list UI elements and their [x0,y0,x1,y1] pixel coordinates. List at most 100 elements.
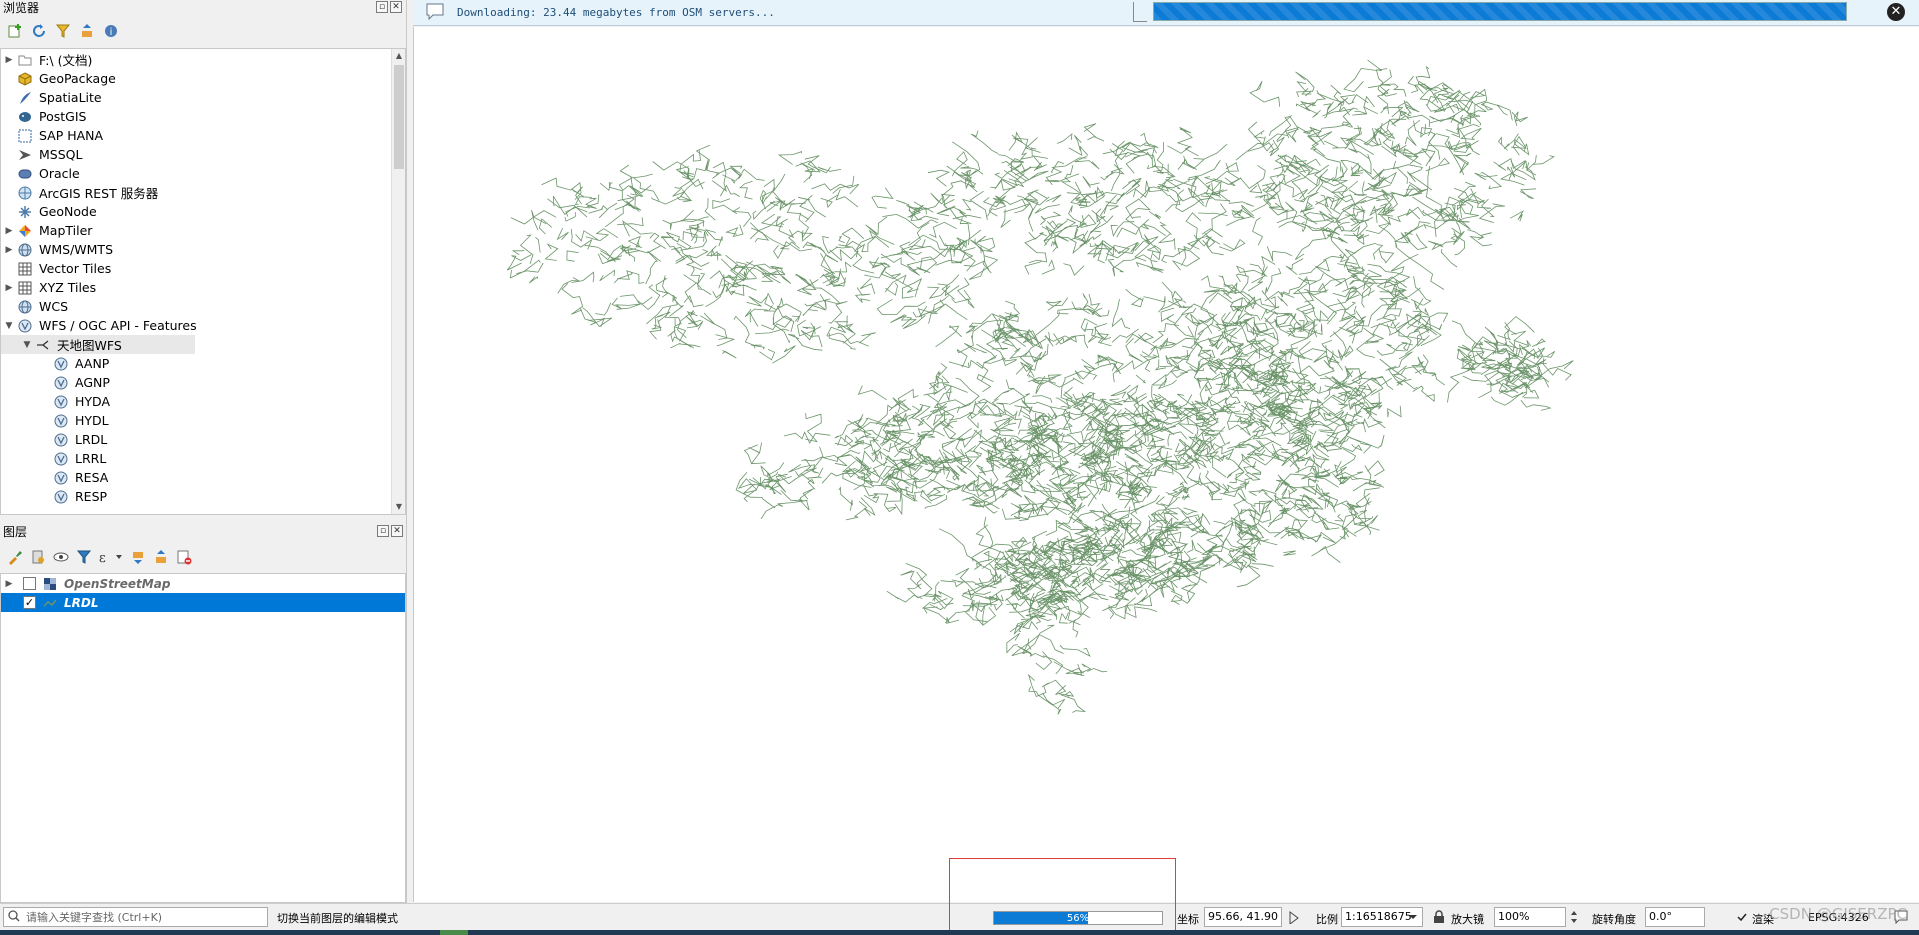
chevron-right-icon[interactable]: ▶ [1,55,17,65]
wfs-icon [53,413,69,429]
scroll-thumb[interactable] [394,65,404,169]
browser-item[interactable]: Oracle [1,164,405,183]
layer-visibility-checkbox[interactable] [23,577,36,590]
browser-item[interactable]: MSSQL [1,145,405,164]
browser-panel-titlebar: 浏览器 ▫ ✕ [0,0,406,16]
chevron-right-icon[interactable]: ▶ [1,283,17,293]
browser-item[interactable]: GeoPackage [1,69,405,88]
browser-panel-title: 浏览器 [3,1,40,15]
browser-item[interactable]: ▶ MapTiler [1,221,405,240]
browser-item[interactable]: SpatiaLite [1,88,405,107]
close-panel-icon[interactable]: ✕ [391,525,403,537]
coordinate-field[interactable]: 95.66, 41.90 [1204,907,1282,927]
eye-icon[interactable] [52,548,70,566]
close-panel-icon[interactable]: ✕ [390,1,402,13]
layers-panel-title: 图层 [3,525,28,539]
browser-item-label: GeoNode [39,204,97,219]
message-bar-separator [1133,2,1147,22]
grid-icon [17,261,33,277]
browser-item-label: PostGIS [39,109,87,124]
chevron-right-icon[interactable]: ▶ [1,245,17,255]
style-icon[interactable] [6,548,24,566]
layers-tree[interactable]: ▶ OpenStreetMap ✓ LRDL [0,573,406,903]
float-icon[interactable]: ▫ [377,525,389,537]
browser-item-label: GeoPackage [39,71,116,86]
search-icon [8,909,20,925]
close-icon[interactable]: ✕ [1887,3,1905,21]
browser-item[interactable]: ▶ XYZ Tiles [1,278,405,297]
coordinate-label: 坐标 [1177,913,1199,926]
help-icon[interactable]: i [102,22,120,40]
browser-item-label: SAP HANA [39,128,104,143]
browser-item-label: ArcGIS REST 服务器 [39,186,159,201]
panel-splitter[interactable] [0,515,407,523]
browser-item[interactable]: ▶ F:\ (文档) [1,50,405,69]
filter-icon[interactable] [54,22,72,40]
browser-item[interactable]: LRRL [1,449,405,468]
qgis-window: 浏览器 ▫ ✕ i ▶ F:\ (文档) GeoPackage SpatiaLi… [0,0,1919,935]
browser-item[interactable]: SAP HANA [1,126,405,145]
browser-item-label: 天地图WFS [57,338,122,353]
geopackage-icon [17,71,33,87]
status-message: 切换当前图层的编辑模式 [277,912,398,925]
chevron-right-icon[interactable]: ▶ [1,226,17,236]
layer-visibility-checkbox[interactable]: ✓ [23,596,36,609]
browser-item[interactable]: ArcGIS REST 服务器 [1,183,405,202]
browser-item[interactable]: Vector Tiles [1,259,405,278]
browser-item[interactable]: PostGIS [1,107,405,126]
expression-filter-icon[interactable]: ε [98,548,124,566]
scale-label: 比例 [1316,913,1338,926]
browser-item[interactable]: GeoNode [1,202,405,221]
oracle-icon [17,166,33,182]
scroll-down-icon[interactable]: ▼ [392,500,405,514]
collapse-icon[interactable] [78,22,96,40]
browser-item-label: WFS / OGC API - Features [39,318,197,333]
toggle-extents-icon[interactable] [1286,909,1302,925]
scroll-up-icon[interactable]: ▲ [392,49,405,63]
browser-item[interactable]: ▶ WMS/WMTS [1,240,405,259]
float-icon[interactable]: ▫ [376,1,388,13]
layer-item[interactable]: ✓ LRDL [1,593,405,612]
browser-item[interactable]: RESP [1,487,405,506]
refresh-icon[interactable] [30,22,48,40]
browser-tree[interactable]: ▶ F:\ (文档) GeoPackage SpatiaLite PostGIS SAP … [0,48,406,515]
browser-item[interactable]: HYDA [1,392,405,411]
browser-toolbar: i [0,16,406,46]
lock-icon[interactable] [1431,909,1447,925]
browser-item[interactable]: WCS [1,297,405,316]
magnifier-field[interactable]: 100% [1494,907,1566,927]
locator-bar[interactable]: 请输入关键字查找 (Ctrl+K) [3,907,268,927]
expand-all-icon[interactable] [129,548,147,566]
browser-item[interactable]: ▼ 天地图WFS [1,335,195,354]
browser-item[interactable]: LRDL [1,430,405,449]
layer-item[interactable]: ▶ OpenStreetMap [1,574,405,593]
wfs-icon [53,356,69,372]
wfs-icon [53,432,69,448]
chevron-right-icon[interactable]: ▶ [1,579,17,589]
chevron-down-icon[interactable]: ▼ [19,340,35,350]
browser-item[interactable]: ▼ WFS / OGC API - Features [1,316,405,335]
spin-arrows-icon[interactable] [1566,909,1582,925]
grid-icon [17,280,33,296]
globe-icon [17,242,33,258]
map-canvas[interactable] [413,27,1919,902]
browser-item[interactable]: RESA [1,468,405,487]
folder-icon [17,52,33,68]
browser-item-label: AGNP [75,375,110,390]
browser-scrollbar[interactable]: ▲ ▼ [391,49,405,514]
chevron-down-icon[interactable]: ▼ [1,321,17,331]
rotation-field[interactable]: 0.0° [1645,907,1705,927]
chevron-down-icon[interactable] [1405,909,1421,925]
browser-item[interactable]: HYDL [1,411,405,430]
layer-name: LRDL [64,595,99,610]
filter-icon[interactable] [75,548,93,566]
browser-item[interactable]: AANP [1,354,405,373]
add-layer-icon[interactable] [6,22,24,40]
collapse-all-icon[interactable] [152,548,170,566]
add-group-icon[interactable] [29,548,47,566]
remove-layer-icon[interactable] [175,548,193,566]
browser-item-label: F:\ (文档) [39,53,93,68]
geonode-icon [17,204,33,220]
render-checkbox-icon[interactable] [1734,909,1750,925]
browser-item[interactable]: AGNP [1,373,405,392]
